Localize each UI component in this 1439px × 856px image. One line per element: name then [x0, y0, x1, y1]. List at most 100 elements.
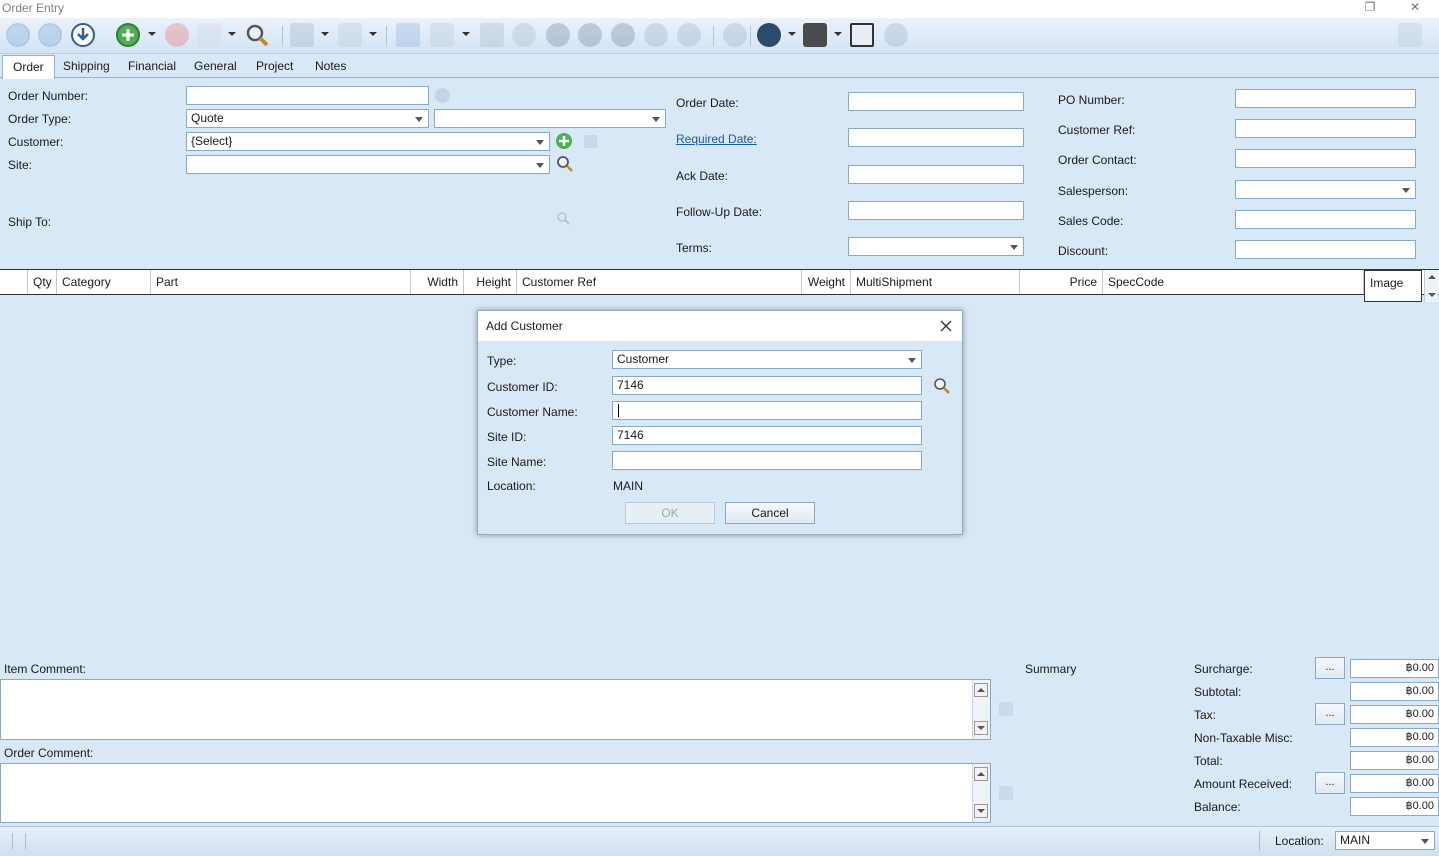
followup-date-input[interactable]: [848, 201, 1024, 220]
layout-icon[interactable]: [1398, 23, 1422, 47]
required-date-input[interactable]: [848, 128, 1024, 147]
customer-id-search-icon[interactable]: [933, 377, 951, 398]
terms-select[interactable]: [848, 237, 1024, 256]
restore-button[interactable]: ❐: [1355, 0, 1385, 16]
discount-input[interactable]: [1235, 240, 1416, 259]
check-icon[interactable]: [396, 23, 420, 47]
search-icon[interactable]: [245, 23, 269, 47]
shield-icon[interactable]: [723, 23, 747, 47]
customer-id-input[interactable]: 7146: [612, 376, 922, 395]
scroll-up-icon[interactable]: [974, 683, 988, 697]
sales-code-input[interactable]: [1235, 210, 1416, 229]
email-icon[interactable]: [430, 23, 454, 47]
site-select[interactable]: [186, 155, 550, 174]
tab-financial[interactable]: Financial: [118, 55, 186, 78]
scroll-down-icon[interactable]: [974, 721, 988, 735]
copy-icon[interactable]: [197, 23, 221, 47]
forward-icon[interactable]: [38, 23, 62, 47]
print-icon[interactable]: [290, 23, 314, 47]
print-dropdown-icon[interactable]: [321, 32, 329, 36]
column-header-part[interactable]: Part: [151, 270, 411, 294]
tab-shipping[interactable]: Shipping: [53, 55, 120, 78]
column-header-speccode[interactable]: SpecCode: [1103, 270, 1364, 294]
po-number-input[interactable]: [1235, 89, 1416, 108]
delete-icon[interactable]: [165, 23, 189, 47]
order-date-input[interactable]: [848, 92, 1024, 111]
close-icon[interactable]: [938, 318, 954, 334]
ship-to-search-icon[interactable]: [556, 211, 570, 228]
attach-icon[interactable]: [644, 23, 668, 47]
add-customer-icon[interactable]: [556, 133, 572, 149]
tab-project[interactable]: Project: [246, 55, 303, 78]
item-comment-scrollbar[interactable]: [972, 680, 990, 739]
column-header-qty[interactable]: Qty: [28, 270, 57, 294]
lock-icon[interactable]: [884, 23, 908, 47]
add-icon[interactable]: [116, 23, 140, 47]
column-header-weight[interactable]: Weight: [802, 270, 851, 294]
site-name-input[interactable]: [612, 451, 922, 470]
gear-icon[interactable]: [611, 23, 635, 47]
user-icon[interactable]: [546, 23, 570, 47]
customer-name-input[interactable]: [612, 401, 922, 420]
clock-icon[interactable]: [850, 23, 874, 47]
preview-icon[interactable]: [338, 23, 362, 47]
share-icon[interactable]: [512, 23, 536, 47]
customer-dropdown-icon[interactable]: [788, 32, 796, 36]
copy-dropdown-icon[interactable]: [228, 32, 236, 36]
tab-notes[interactable]: Notes: [305, 55, 356, 78]
order-comment-scrollbar[interactable]: [972, 764, 990, 822]
site-search-icon[interactable]: [556, 155, 574, 176]
add-dropdown-icon[interactable]: [148, 32, 156, 36]
amount-received-value: ฿0.00: [1350, 774, 1439, 793]
ok-button[interactable]: OK: [625, 502, 715, 524]
status-location-select[interactable]: MAIN: [1335, 831, 1435, 850]
site-id-input[interactable]: 7146: [612, 426, 922, 445]
column-header-height[interactable]: Height: [464, 270, 517, 294]
column-header-price[interactable]: Price: [1020, 270, 1103, 294]
order-comment-expand-icon[interactable]: [999, 786, 1013, 800]
chat-icon[interactable]: [677, 23, 701, 47]
email-dropdown-icon[interactable]: [462, 32, 470, 36]
order-comment-textarea[interactable]: [0, 763, 991, 823]
column-header-multishipment[interactable]: MultiShipment: [851, 270, 1020, 294]
type-select[interactable]: Customer: [612, 350, 922, 369]
ack-date-input[interactable]: [848, 165, 1024, 184]
order-subtype-select[interactable]: [434, 109, 666, 128]
cancel-button[interactable]: Cancel: [725, 502, 815, 524]
scroll-up-icon[interactable]: [974, 767, 988, 781]
column-header-customer-ref[interactable]: Customer Ref: [517, 270, 802, 294]
order-type-value: Quote: [191, 111, 224, 125]
globe-icon[interactable]: [435, 88, 450, 103]
column-header-width[interactable]: Width: [411, 270, 464, 294]
customer-select[interactable]: {Select}: [186, 132, 550, 151]
download-icon[interactable]: [71, 23, 95, 47]
customer-icon[interactable]: [757, 23, 781, 47]
select-all-corner[interactable]: [0, 270, 28, 294]
amount-received-details-button[interactable]: ...: [1315, 772, 1345, 794]
item-comment-textarea[interactable]: [0, 679, 991, 740]
order-number-input[interactable]: [186, 86, 429, 105]
grid-scrollbar[interactable]: [1424, 270, 1438, 302]
column-header-image[interactable]: Image: [1364, 270, 1422, 302]
order-type-select[interactable]: Quote: [186, 109, 429, 128]
calculator-dropdown-icon[interactable]: [834, 32, 842, 36]
group-icon[interactable]: [578, 23, 602, 47]
back-icon[interactable]: [6, 23, 30, 47]
document-icon[interactable]: [480, 23, 504, 47]
edit-customer-icon[interactable]: [584, 135, 597, 148]
salesperson-select[interactable]: [1235, 180, 1416, 199]
item-comment-expand-icon[interactable]: [999, 702, 1013, 716]
tab-order[interactable]: Order: [2, 55, 55, 79]
order-contact-input[interactable]: [1235, 149, 1416, 168]
tax-details-button[interactable]: ...: [1315, 703, 1345, 725]
toolbar-separator: [713, 26, 714, 46]
close-window-button[interactable]: ✕: [1400, 0, 1430, 16]
tab-general[interactable]: General: [184, 55, 247, 78]
required-date-link[interactable]: Required Date:: [676, 132, 757, 146]
calculator-icon[interactable]: [803, 23, 827, 47]
customer-ref-input[interactable]: [1235, 119, 1416, 138]
column-header-category[interactable]: Category: [57, 270, 151, 294]
preview-dropdown-icon[interactable]: [369, 32, 377, 36]
scroll-down-icon[interactable]: [974, 804, 988, 818]
surcharge-details-button[interactable]: ...: [1315, 657, 1345, 679]
